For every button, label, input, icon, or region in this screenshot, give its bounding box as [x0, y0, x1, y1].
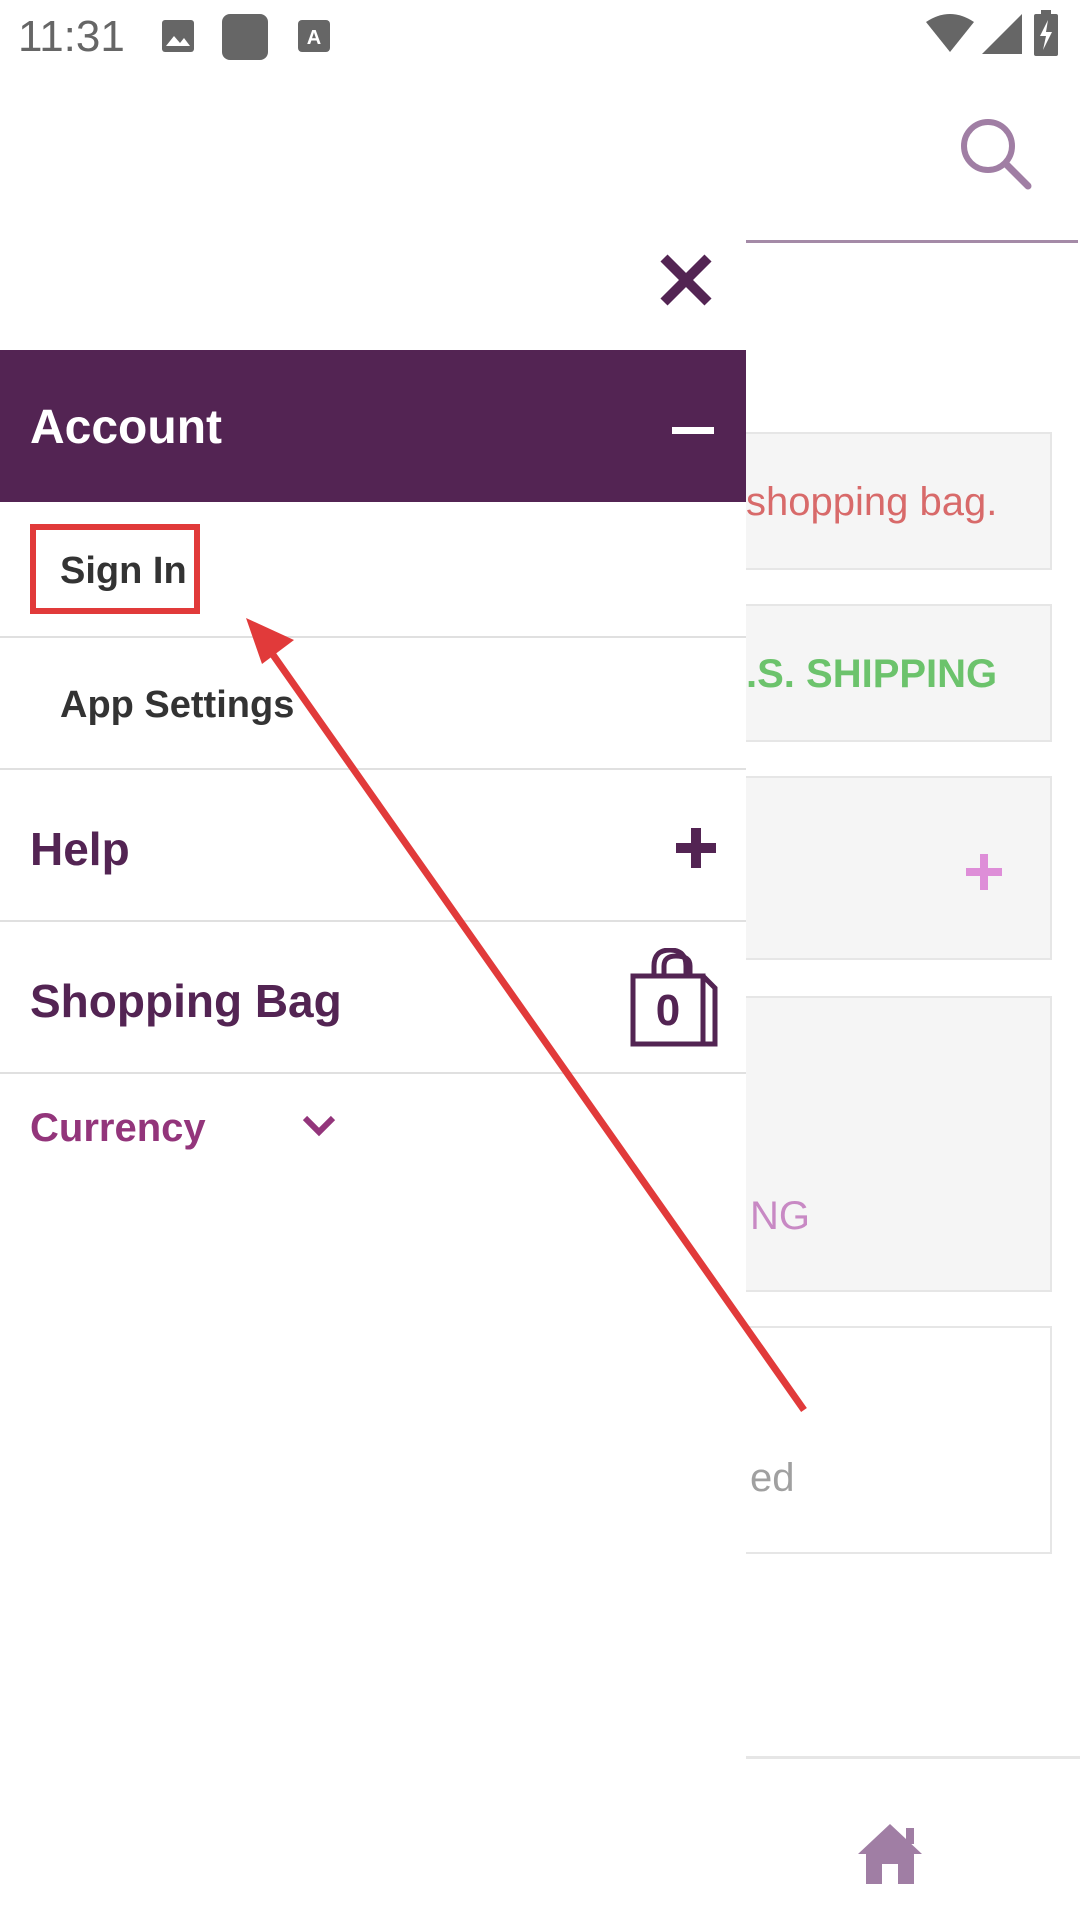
app-settings-link[interactable]: App Settings — [60, 684, 294, 727]
search-icon[interactable] — [958, 116, 1034, 192]
header-divider — [746, 240, 1078, 243]
svg-text:A: A — [307, 27, 321, 49]
signal-icon — [982, 14, 1022, 54]
close-icon[interactable] — [658, 252, 714, 308]
background-card — [740, 996, 1052, 1292]
app-notification-icon — [222, 14, 268, 60]
plus-icon[interactable] — [676, 828, 716, 868]
help-label[interactable]: Help — [30, 822, 130, 876]
image-notification-icon — [162, 20, 194, 52]
currency-selector[interactable]: Currency — [30, 1106, 206, 1151]
account-label: Account — [30, 401, 222, 454]
background-card-text: .S. SHIPPING — [746, 652, 998, 696]
divider — [0, 636, 746, 638]
background-card — [740, 776, 1052, 960]
background-card-text: ed — [750, 1456, 795, 1500]
status-time: 11:31 — [18, 12, 125, 61]
home-icon[interactable] — [856, 1820, 924, 1886]
divider — [0, 1072, 746, 1074]
background-card — [740, 1326, 1052, 1554]
shopping-bag-count: 0 — [655, 986, 681, 1035]
text-notification-icon: A — [298, 20, 330, 52]
shopping-bag-icon[interactable]: 0 — [630, 948, 718, 1048]
background-card-text: shopping bag. — [746, 480, 998, 524]
bottom-nav-divider — [746, 1756, 1080, 1759]
annotation-highlight-box — [30, 524, 200, 614]
divider — [0, 768, 746, 770]
minus-icon[interactable] — [672, 427, 714, 434]
divider — [0, 920, 746, 922]
chevron-down-icon[interactable] — [302, 1114, 336, 1138]
background-card-text: NG — [750, 1194, 810, 1238]
wifi-icon — [926, 14, 974, 52]
plus-icon[interactable] — [964, 852, 1004, 892]
battery-icon — [1034, 10, 1058, 56]
shopping-bag-label[interactable]: Shopping Bag — [30, 974, 342, 1028]
